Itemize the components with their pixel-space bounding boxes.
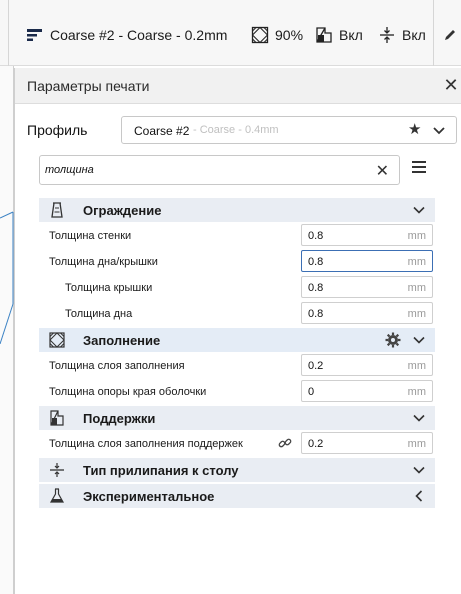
support-summary[interactable]: Вкл <box>315 22 363 48</box>
top-bottom-thickness-unit: mm <box>407 256 426 268</box>
adhesion-icon <box>50 463 64 477</box>
top-thickness-field[interactable]: 0.8 mm <box>301 276 433 298</box>
infill-layer-thickness-label: Толщина слоя заполнения <box>49 360 185 372</box>
profile-dropdown[interactable]: Coarse #2 - Coarse - 0.4mm ★ <box>121 116 457 144</box>
top-thickness-unit: mm <box>407 282 426 294</box>
wall-thickness-label: Толщина стенки <box>49 230 132 242</box>
close-icon[interactable]: ✕ <box>442 74 460 96</box>
bottom-thickness-field[interactable]: 0.8 mm <box>301 302 433 324</box>
support-infill-layer-thickness-label: Толщина слоя заполнения поддержек <box>49 438 243 450</box>
support-infill-layer-thickness-field[interactable]: 0.2 mm <box>301 432 433 454</box>
section-infill[interactable]: Заполнение <box>39 328 435 352</box>
gear-icon[interactable] <box>385 332 401 348</box>
profile-sub-name: - Coarse - 0.4mm <box>193 124 279 136</box>
infill-layer-thickness-unit: mm <box>407 360 426 372</box>
support-summary-label: Вкл <box>339 27 363 43</box>
walls-icon <box>51 202 63 218</box>
bottom-thickness-unit: mm <box>407 308 426 320</box>
section-walls-label: Ограждение <box>83 203 162 218</box>
support-infill-layer-thickness-value: 0.2 <box>308 438 324 450</box>
section-walls[interactable]: Ограждение <box>39 198 435 222</box>
section-support[interactable]: Поддержки <box>39 406 435 430</box>
profile-selector-label: Coarse #2 - Coarse - 0.2mm <box>50 27 228 43</box>
infill-layer-thickness-field[interactable]: 0.2 mm <box>301 354 433 376</box>
print-settings-panel: Параметры печати ✕ Профиль Coarse #2 - C… <box>14 68 461 594</box>
bottom-thickness-label: Толщина дна <box>65 308 133 320</box>
section-adhesion[interactable]: Тип прилипания к столу <box>39 458 435 482</box>
top-bottom-thickness-label: Толщина дна/крышки <box>49 256 158 268</box>
wall-thickness-value: 0.8 <box>308 230 324 242</box>
adhesion-summary[interactable]: Вкл <box>378 22 426 48</box>
support-infill-layer-thickness-unit: mm <box>407 438 426 450</box>
section-experimental[interactable]: Экспериментальное <box>39 484 435 508</box>
skin-edge-support-thickness-value: 0 <box>308 386 315 398</box>
top-thickness-label: Толщина крышки <box>65 282 153 294</box>
search-input-value: толщина <box>45 164 94 176</box>
adhesion-summary-label: Вкл <box>402 27 426 43</box>
link-icon[interactable] <box>278 436 292 450</box>
chevron-down-icon[interactable] <box>432 124 446 138</box>
wall-thickness-field[interactable]: 0.8 mm <box>301 224 433 246</box>
chevron-down-icon[interactable] <box>413 412 425 424</box>
print-setup-header: Coarse #2 - Coarse - 0.2mm 90% Вкл Вкл <box>0 0 461 66</box>
profile-icon <box>27 29 42 41</box>
infill-layer-thickness-value: 0.2 <box>308 360 324 372</box>
top-bottom-thickness-value: 0.8 <box>308 256 324 268</box>
top-thickness-value: 0.8 <box>308 282 324 294</box>
section-support-label: Поддержки <box>83 411 156 426</box>
infill-summary[interactable]: 90% <box>251 22 303 48</box>
header-divider-right <box>433 0 434 66</box>
top-bottom-thickness-field[interactable]: 0.8 mm <box>301 250 433 272</box>
profile-selector-button[interactable]: Coarse #2 - Coarse - 0.2mm <box>26 22 227 48</box>
favorite-star-icon[interactable]: ★ <box>408 120 421 138</box>
skin-edge-support-thickness-label: Толщина опоры края оболочки <box>49 386 207 398</box>
chevron-down-icon[interactable] <box>413 464 425 476</box>
model-outline <box>0 211 14 344</box>
section-experimental-label: Экспериментальное <box>83 489 215 504</box>
skin-edge-support-thickness-field[interactable]: 0 mm <box>301 380 433 402</box>
panel-title: Параметры печати <box>27 78 150 94</box>
section-infill-label: Заполнение <box>83 333 161 348</box>
profile-label: Профиль <box>27 122 88 138</box>
settings-menu-icon[interactable] <box>412 161 426 175</box>
adhesion-icon <box>380 27 394 43</box>
support-icon <box>50 410 64 426</box>
support-icon <box>316 27 332 43</box>
edit-pencil-icon[interactable] <box>443 28 457 42</box>
clear-search-icon[interactable]: ✕ <box>376 161 389 181</box>
wall-thickness-unit: mm <box>407 230 426 242</box>
infill-summary-label: 90% <box>275 27 304 43</box>
section-adhesion-label: Тип прилипания к столу <box>83 463 239 478</box>
flask-icon <box>49 488 65 503</box>
infill-icon <box>251 26 269 44</box>
infill-icon <box>49 332 65 348</box>
panel-header: Параметры печати ✕ <box>15 68 461 104</box>
bottom-thickness-value: 0.8 <box>308 308 324 320</box>
settings-search-input[interactable]: толщина ✕ <box>39 155 400 185</box>
chevron-down-icon[interactable] <box>413 204 425 216</box>
chevron-left-icon[interactable] <box>413 490 425 502</box>
profile-main-name: Coarse #2 <box>134 124 190 138</box>
skin-edge-support-thickness-unit: mm <box>407 386 426 398</box>
chevron-down-icon[interactable] <box>413 334 425 346</box>
header-divider <box>8 0 9 66</box>
